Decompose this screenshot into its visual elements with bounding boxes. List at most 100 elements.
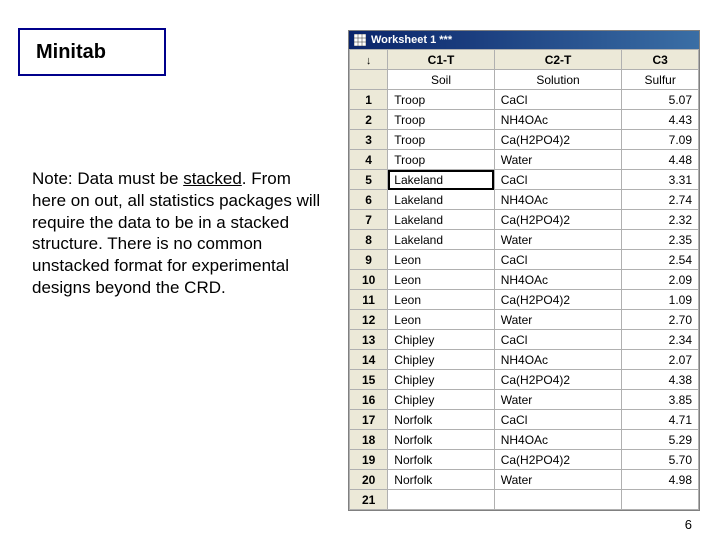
cell[interactable]: 5.70 [622, 450, 699, 470]
cell[interactable]: 2.54 [622, 250, 699, 270]
row-header[interactable]: 12 [350, 310, 388, 330]
cell[interactable]: Water [494, 470, 622, 490]
cell[interactable]: 3.31 [622, 170, 699, 190]
row-header[interactable]: 21 [350, 490, 388, 510]
cell[interactable]: Leon [388, 270, 494, 290]
cell[interactable]: 7.09 [622, 130, 699, 150]
cell[interactable]: Ca(H2PO4)2 [494, 130, 622, 150]
cell[interactable]: 4.38 [622, 370, 699, 390]
row-header[interactable]: 16 [350, 390, 388, 410]
row-header[interactable]: 9 [350, 250, 388, 270]
col-name-c3[interactable]: Sulfur [622, 70, 699, 90]
column-header-row[interactable]: ↓ C1-T C2-T C3 [350, 50, 699, 70]
cell[interactable]: 2.09 [622, 270, 699, 290]
cell[interactable]: Lakeland [388, 230, 494, 250]
cell[interactable]: 3.85 [622, 390, 699, 410]
table-row[interactable]: 8LakelandWater2.35 [350, 230, 699, 250]
table-row[interactable]: 4TroopWater4.48 [350, 150, 699, 170]
table-row[interactable]: 10LeonNH4OAc2.09 [350, 270, 699, 290]
row-header[interactable]: 7 [350, 210, 388, 230]
cell[interactable]: NH4OAc [494, 190, 622, 210]
table-row[interactable]: 19NorfolkCa(H2PO4)25.70 [350, 450, 699, 470]
cell[interactable]: Water [494, 150, 622, 170]
cell[interactable]: Lakeland [388, 170, 494, 190]
cell[interactable]: Norfolk [388, 410, 494, 430]
table-row[interactable]: 6LakelandNH4OAc2.74 [350, 190, 699, 210]
corner-cell[interactable]: ↓ [350, 50, 388, 70]
cell[interactable]: 2.32 [622, 210, 699, 230]
row-header[interactable]: 4 [350, 150, 388, 170]
cell[interactable]: 2.74 [622, 190, 699, 210]
row-header[interactable]: 18 [350, 430, 388, 450]
row-header[interactable]: 3 [350, 130, 388, 150]
row-header[interactable]: 20 [350, 470, 388, 490]
table-row[interactable]: 20NorfolkWater4.98 [350, 470, 699, 490]
cell[interactable]: Troop [388, 90, 494, 110]
cell[interactable]: 5.07 [622, 90, 699, 110]
row-header[interactable]: 8 [350, 230, 388, 250]
table-row[interactable]: 9LeonCaCl2.54 [350, 250, 699, 270]
cell[interactable]: Ca(H2PO4)2 [494, 370, 622, 390]
cell[interactable]: Water [494, 230, 622, 250]
row-header[interactable]: 2 [350, 110, 388, 130]
cell[interactable] [388, 490, 494, 510]
cell[interactable]: 4.71 [622, 410, 699, 430]
cell[interactable]: 4.48 [622, 150, 699, 170]
cell[interactable]: Ca(H2PO4)2 [494, 290, 622, 310]
table-row[interactable]: 7LakelandCa(H2PO4)22.32 [350, 210, 699, 230]
row-header[interactable]: 19 [350, 450, 388, 470]
cell[interactable]: 4.43 [622, 110, 699, 130]
cell[interactable]: Norfolk [388, 450, 494, 470]
cell[interactable]: NH4OAc [494, 350, 622, 370]
table-row[interactable]: 5LakelandCaCl3.31 [350, 170, 699, 190]
table-row[interactable]: 15ChipleyCa(H2PO4)24.38 [350, 370, 699, 390]
cell[interactable]: CaCl [494, 410, 622, 430]
cell[interactable]: Leon [388, 310, 494, 330]
row-header[interactable]: 17 [350, 410, 388, 430]
cell[interactable]: Water [494, 310, 622, 330]
row-header[interactable]: 14 [350, 350, 388, 370]
cell[interactable]: Ca(H2PO4)2 [494, 450, 622, 470]
cell[interactable]: Chipley [388, 370, 494, 390]
cell[interactable]: Chipley [388, 390, 494, 410]
cell[interactable]: CaCl [494, 330, 622, 350]
cell[interactable] [622, 490, 699, 510]
cell[interactable]: 1.09 [622, 290, 699, 310]
cell[interactable]: 2.35 [622, 230, 699, 250]
table-row[interactable]: 12LeonWater2.70 [350, 310, 699, 330]
cell[interactable]: NH4OAc [494, 110, 622, 130]
row-header[interactable]: 10 [350, 270, 388, 290]
cell[interactable]: Leon [388, 290, 494, 310]
worksheet-titlebar[interactable]: Worksheet 1 *** [349, 31, 699, 49]
row-header[interactable]: 6 [350, 190, 388, 210]
table-row[interactable]: 3TroopCa(H2PO4)27.09 [350, 130, 699, 150]
cell[interactable]: Water [494, 390, 622, 410]
cell[interactable] [494, 490, 622, 510]
cell[interactable]: NH4OAc [494, 270, 622, 290]
row-header[interactable]: 11 [350, 290, 388, 310]
cell[interactable]: Troop [388, 110, 494, 130]
cell[interactable]: Norfolk [388, 470, 494, 490]
table-row[interactable]: 16ChipleyWater3.85 [350, 390, 699, 410]
cell[interactable]: Leon [388, 250, 494, 270]
cell[interactable]: 2.34 [622, 330, 699, 350]
table-row[interactable]: 13ChipleyCaCl2.34 [350, 330, 699, 350]
col-name-c1[interactable]: Soil [388, 70, 494, 90]
col-header-c2[interactable]: C2-T [494, 50, 622, 70]
cell[interactable]: Ca(H2PO4)2 [494, 210, 622, 230]
worksheet-grid[interactable]: ↓ C1-T C2-T C3 SoilSolutionSulfur1TroopC… [349, 49, 699, 510]
table-row[interactable]: 2TroopNH4OAc4.43 [350, 110, 699, 130]
table-row[interactable]: 18NorfolkNH4OAc5.29 [350, 430, 699, 450]
cell[interactable]: Norfolk [388, 430, 494, 450]
table-row[interactable]: 11LeonCa(H2PO4)21.09 [350, 290, 699, 310]
row-header[interactable]: 15 [350, 370, 388, 390]
cell[interactable]: CaCl [494, 90, 622, 110]
name-row-head[interactable] [350, 70, 388, 90]
col-header-c1[interactable]: C1-T [388, 50, 494, 70]
cell[interactable]: CaCl [494, 170, 622, 190]
row-header[interactable]: 1 [350, 90, 388, 110]
cell[interactable]: Troop [388, 130, 494, 150]
cell[interactable]: CaCl [494, 250, 622, 270]
cell[interactable]: Troop [388, 150, 494, 170]
table-row[interactable]: 17NorfolkCaCl4.71 [350, 410, 699, 430]
